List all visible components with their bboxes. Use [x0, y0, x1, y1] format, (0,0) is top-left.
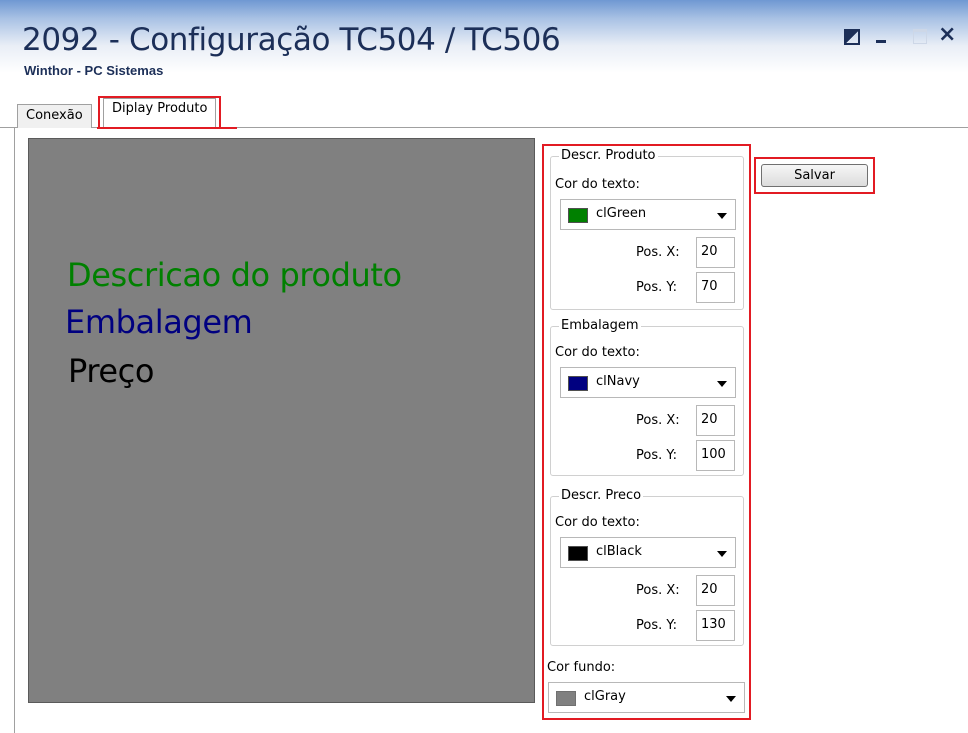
window-title: 2092 - Configuração TC504 / TC506	[22, 22, 561, 58]
tab-diplay-produto-label: Diplay Produto	[112, 101, 208, 116]
restore-window-icon[interactable]	[834, 24, 862, 46]
group-descr-preco: Descr. Preco Cor do texto: clBlack Pos. …	[550, 488, 744, 646]
color-select-descr-produto[interactable]: clGreen	[560, 199, 736, 230]
posy-field-descr-preco[interactable]: 130	[696, 610, 735, 641]
color-swatch	[568, 208, 588, 223]
tab-diplay-produto[interactable]: Diplay Produto	[97, 96, 222, 128]
minimize-window-icon[interactable]	[868, 24, 896, 46]
color-swatch	[568, 546, 588, 561]
color-label: Cor do texto:	[555, 345, 640, 360]
color-swatch	[556, 691, 576, 706]
color-select-value: clBlack	[596, 544, 642, 559]
posx-field-embalagem[interactable]: 20	[696, 405, 735, 436]
color-label: Cor do texto:	[555, 515, 640, 530]
posx-label: Pos. X:	[636, 245, 680, 260]
posx-label: Pos. X:	[636, 413, 680, 428]
close-window-icon[interactable]: ×	[934, 22, 962, 47]
color-select-descr-preco[interactable]: clBlack	[560, 537, 736, 568]
preview-descricao: Descricao do produto	[67, 256, 402, 294]
posx-label: Pos. X:	[636, 583, 680, 598]
posx-field-descr-preco[interactable]: 20	[696, 575, 735, 606]
chevron-down-icon[interactable]	[717, 381, 727, 387]
config-panel: Descr. Produto Cor do texto: clGreen Pos…	[542, 144, 751, 720]
chevron-down-icon[interactable]	[717, 213, 727, 219]
window-subtitle: Winthor - PC Sistemas	[24, 63, 164, 78]
posy-label: Pos. Y:	[636, 280, 677, 295]
group-title: Embalagem	[559, 318, 641, 333]
tab-highlight	[97, 127, 237, 129]
color-label: Cor do texto:	[555, 177, 640, 192]
chevron-down-icon[interactable]	[726, 696, 736, 702]
tab-conexao[interactable]: Conexão	[17, 104, 92, 128]
tab-page-border	[14, 128, 15, 733]
posy-label: Pos. Y:	[636, 618, 677, 633]
color-select-value: clGray	[584, 689, 626, 704]
posy-label: Pos. Y:	[636, 448, 677, 463]
maximize-window-icon[interactable]	[905, 24, 933, 46]
group-embalagem: Embalagem Cor do texto: clNavy Pos. X: 2…	[550, 318, 744, 476]
color-select-value: clNavy	[596, 374, 640, 389]
display-preview: Descricao do produto Embalagem Preço	[28, 138, 535, 703]
background-color-label: Cor fundo:	[547, 660, 616, 675]
posy-field-descr-produto[interactable]: 70	[696, 272, 735, 303]
chevron-down-icon[interactable]	[717, 551, 727, 557]
tab-bar: Conexão Diplay Produto	[0, 94, 968, 128]
color-swatch	[568, 376, 588, 391]
color-select-embalagem[interactable]: clNavy	[560, 367, 736, 398]
preview-preco: Preço	[68, 352, 155, 390]
preview-embalagem: Embalagem	[65, 303, 253, 341]
title-bar: 2092 - Configuração TC504 / TC506 Wintho…	[0, 0, 968, 91]
posy-field-embalagem[interactable]: 100	[696, 440, 735, 471]
group-title: Descr. Produto	[559, 148, 658, 163]
group-descr-produto: Descr. Produto Cor do texto: clGreen Pos…	[550, 148, 744, 310]
save-highlight: Salvar	[754, 157, 875, 194]
color-select-value: clGreen	[596, 206, 647, 221]
background-color-select[interactable]: clGray	[548, 682, 745, 713]
group-title: Descr. Preco	[559, 488, 644, 503]
posx-field-descr-produto[interactable]: 20	[696, 237, 735, 268]
save-button[interactable]: Salvar	[761, 164, 868, 187]
